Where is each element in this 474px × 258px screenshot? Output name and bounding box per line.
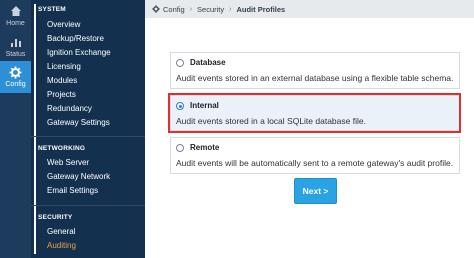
icon-rail: Home Status Config [0,0,31,258]
nav-item-modules[interactable]: Modules [47,76,77,85]
nav-divider [31,136,145,137]
nav-item-licensing[interactable]: Licensing [47,62,81,71]
breadcrumb-security[interactable]: Security [197,5,224,14]
option-database[interactable]: Database Audit events stored in an exter… [170,52,460,89]
nav-item-email-settings[interactable]: Email Settings [47,186,98,195]
gear-icon [152,5,160,13]
config-nav: SYSTEM Overview Backup/Restore Ignition … [31,0,145,258]
next-button[interactable]: Next > [294,178,337,204]
rail-status-label: Status [5,51,26,58]
nav-item-general[interactable]: General [47,227,75,236]
nav-item-auditing[interactable]: Auditing [47,241,76,250]
rail-home[interactable]: Home [0,2,31,33]
nav-item-gateway-settings[interactable]: Gateway Settings [47,118,110,127]
breadcrumb-audit-profiles: Audit Profiles [236,4,286,14]
nav-divider [31,205,145,206]
nav-heading-system: SYSTEM [38,6,66,13]
option-remote-desc: Audit events will be automatically sent … [176,158,454,168]
breadcrumb: Config › Security › Audit Profiles [145,0,474,18]
nav-item-backup-restore[interactable]: Backup/Restore [47,34,104,43]
nav-item-redundancy[interactable]: Redundancy [47,104,92,113]
nav-item-projects[interactable]: Projects [47,90,76,99]
gear-icon [9,65,23,79]
remote-radio[interactable] [176,144,184,152]
nav-item-web-server[interactable]: Web Server [47,158,89,167]
selection-highlight [168,93,461,133]
database-radio[interactable] [176,59,184,67]
nav-heading-security: SECURITY [38,214,73,221]
chevron-right-icon: › [229,5,232,13]
nav-item-ignition-exchange[interactable]: Ignition Exchange [47,48,111,57]
home-icon [9,4,23,18]
nav-scroll-track [34,4,36,254]
option-database-title: Database [190,58,226,67]
breadcrumb-config[interactable]: Config [163,5,185,14]
rail-config[interactable]: Config [0,61,31,93]
main-content: Database Audit events stored in an exter… [145,18,474,258]
nav-heading-networking: NETWORKING [38,145,86,152]
option-database-desc: Audit events stored in an external datab… [176,73,454,83]
rail-config-label: Config [5,81,26,88]
rail-status[interactable]: Status [0,33,31,64]
status-icon [9,35,23,49]
option-remote-title: Remote [190,143,220,152]
rail-home-label: Home [6,20,25,27]
nav-item-gateway-network[interactable]: Gateway Network [47,172,110,181]
nav-item-overview[interactable]: Overview [47,20,80,29]
chevron-right-icon: › [189,5,193,13]
option-remote[interactable]: Remote Audit events will be automaticall… [170,137,460,174]
